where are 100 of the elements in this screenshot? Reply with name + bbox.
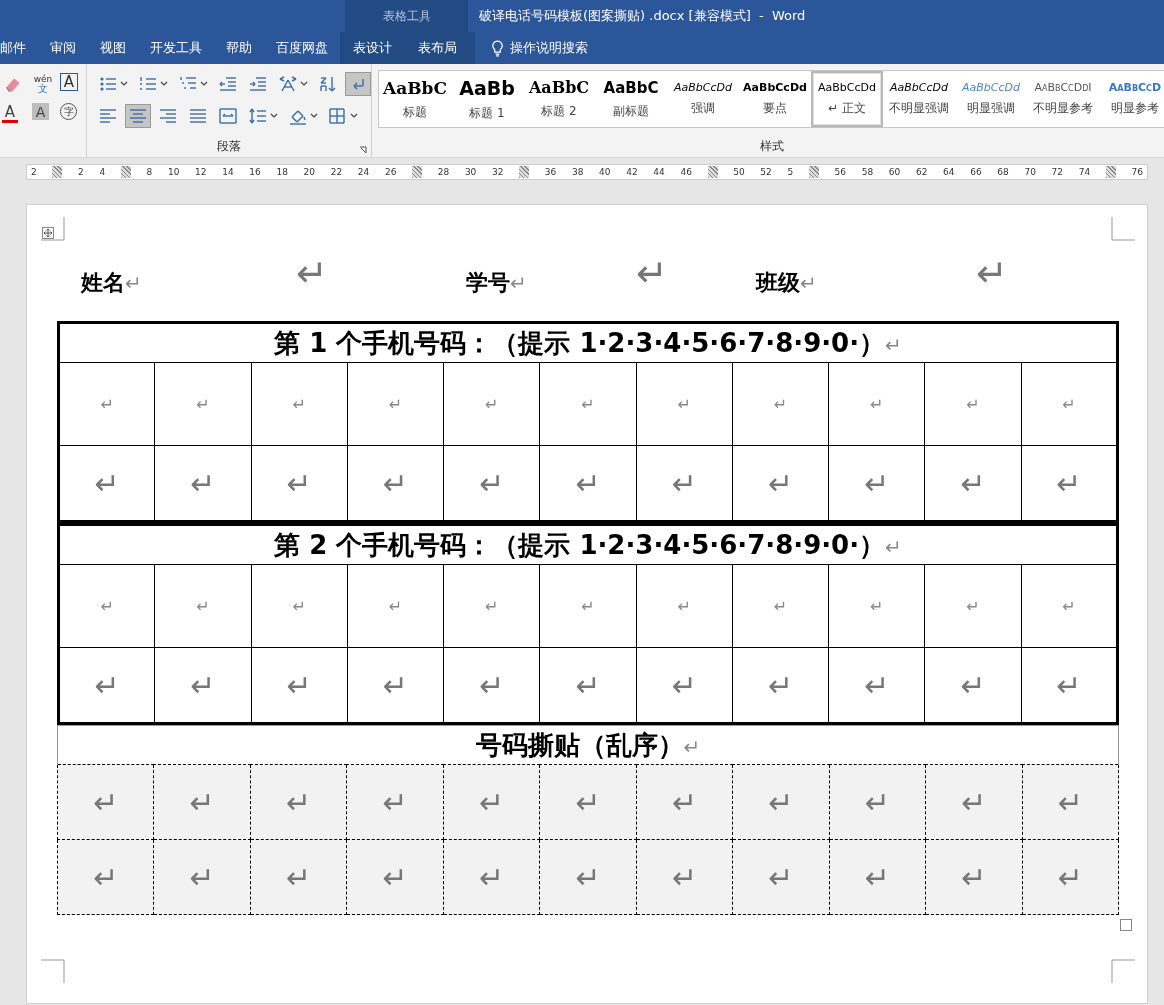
table-cell: ↵: [443, 362, 540, 446]
corner-mark: [41, 959, 65, 983]
ribbon-tab[interactable]: 百度网盘: [264, 32, 340, 64]
justify-icon: [188, 107, 208, 125]
table-cell: ↵: [346, 764, 444, 840]
ruler-number: 60: [888, 167, 901, 177]
table-cell: ↵: [346, 839, 444, 915]
ruler-number: 64: [943, 167, 955, 177]
style-item[interactable]: AaBbCcDd 明显强调: [955, 71, 1027, 127]
context-tab-label: 表格工具: [345, 0, 468, 32]
table-cell: ↵: [153, 839, 251, 915]
group-label: 样式: [759, 138, 785, 155]
style-item[interactable]: AaBb 标题 1: [451, 71, 523, 127]
table-cell: ↵: [732, 764, 830, 840]
ribbon-tab[interactable]: 邮件: [0, 32, 38, 64]
distribute-icon: [218, 107, 238, 125]
cell-end-mark: ↵: [976, 254, 1008, 292]
ruler-number: 38: [571, 167, 584, 177]
numbering-icon: [138, 75, 158, 93]
ruler-number: 22: [330, 167, 343, 177]
ruler-number: 10: [167, 167, 180, 177]
marks-button[interactable]: [345, 72, 371, 96]
font-color-button[interactable]: A: [2, 103, 18, 123]
align-left-icon: [98, 107, 118, 125]
corner-mark: [1111, 959, 1135, 983]
ruler-number: 68: [997, 167, 1009, 177]
table-cell: ↵: [925, 764, 1023, 840]
ruler-number: 12: [195, 167, 207, 177]
table-cell: ↵: [1022, 839, 1119, 915]
ruler-number: 56: [834, 167, 846, 177]
ruler-number: 40: [599, 167, 611, 177]
ruler-number: 8: [146, 167, 153, 177]
paragraph-mark: ↵: [510, 271, 527, 295]
table-cell: ↵: [443, 764, 540, 840]
style-item[interactable]: AaBbCcDd 强调: [667, 71, 739, 127]
table-cell: ↵: [58, 362, 155, 446]
paragraph-mark: ↵: [800, 271, 817, 295]
ribbon-tab[interactable]: 表布局: [405, 32, 475, 64]
ribbon-tab[interactable]: 开发工具: [138, 32, 214, 64]
table-cell: ↵: [924, 362, 1022, 446]
phonetic-guide-button[interactable]: wén 文: [32, 73, 54, 95]
corner-mark: [41, 217, 65, 241]
column-marker[interactable]: [120, 166, 131, 178]
field-label: 学号: [466, 269, 510, 297]
ribbon-tab[interactable]: 审阅: [38, 32, 88, 64]
table-cell: ↵: [539, 564, 637, 648]
column-marker[interactable]: [412, 166, 423, 178]
table-cell: ↵: [153, 764, 251, 840]
ruler-number: 72: [1051, 167, 1063, 177]
style-item[interactable]: AaBbCcDd 不明显强调: [883, 71, 955, 127]
table-cell: ↵: [154, 362, 252, 446]
table-cell: ↵: [539, 362, 637, 446]
table-cell: ↵: [828, 362, 925, 446]
style-item[interactable]: AaBbCcDdI 不明显参考: [1027, 71, 1099, 127]
style-item[interactable]: AaBbC 标题 2: [523, 71, 595, 127]
column-marker[interactable]: [519, 166, 530, 178]
dialog-launcher-icon[interactable]: [359, 146, 367, 154]
table-cell: ↵: [58, 564, 155, 648]
column-marker[interactable]: [1105, 166, 1116, 178]
table-cell: ↵: [636, 764, 733, 840]
table-cell: ↵: [251, 362, 348, 446]
table-cell: ↵: [636, 564, 733, 648]
style-item[interactable]: AaBbCcDd 要点: [739, 71, 811, 127]
table-cell: ↵: [251, 564, 348, 648]
style-item[interactable]: AaBbC 标题: [379, 71, 451, 127]
cell-end-mark: ↵: [636, 254, 668, 292]
group-label: 段落: [216, 138, 242, 155]
character-shading-button[interactable]: A: [32, 103, 49, 120]
character-border-button[interactable]: A: [60, 73, 78, 91]
column-marker[interactable]: [707, 166, 718, 178]
ruler-number: 2: [78, 167, 84, 177]
ruler-number: 74: [1078, 167, 1091, 177]
column-marker[interactable]: [808, 166, 819, 178]
table-cell: ↵: [829, 764, 926, 840]
style-item[interactable]: AaBbCcDd ↵ 正文: [811, 71, 883, 127]
ribbon-tab[interactable]: 帮助: [214, 32, 264, 64]
table-cell: ↵: [636, 839, 733, 915]
ruler-number: 50: [733, 167, 745, 177]
table-cell: ↵: [443, 564, 540, 648]
ruler-number: 44: [653, 167, 665, 177]
lightbulb-icon: [491, 39, 504, 57]
ruler-number: 18: [276, 167, 288, 177]
table-move-handle-icon[interactable]: [42, 227, 54, 239]
style-item[interactable]: AaBbC 副标题: [595, 71, 667, 127]
table-cell: ↵: [732, 564, 829, 648]
table-cell: ↵: [732, 839, 830, 915]
bullets-icon: [98, 75, 118, 93]
style-item[interactable]: AaBbCcD 明显参考: [1099, 71, 1164, 127]
sort-icon: [318, 75, 338, 93]
ribbon-tab[interactable]: 表设计: [340, 32, 405, 64]
column-marker[interactable]: [52, 166, 63, 178]
table-cell: ↵: [732, 362, 829, 446]
ruler-number: 28: [437, 167, 450, 177]
ruler-number: 76: [1131, 167, 1143, 177]
align-center-button[interactable]: [125, 104, 151, 128]
table-resize-handle-icon[interactable]: [1120, 919, 1132, 931]
cell-end-mark: ↵: [296, 254, 328, 292]
ribbon-tab[interactable]: 视图: [88, 32, 138, 64]
search-link[interactable]: 操作说明搜索: [510, 39, 588, 57]
ruler-number: 36: [544, 167, 557, 177]
